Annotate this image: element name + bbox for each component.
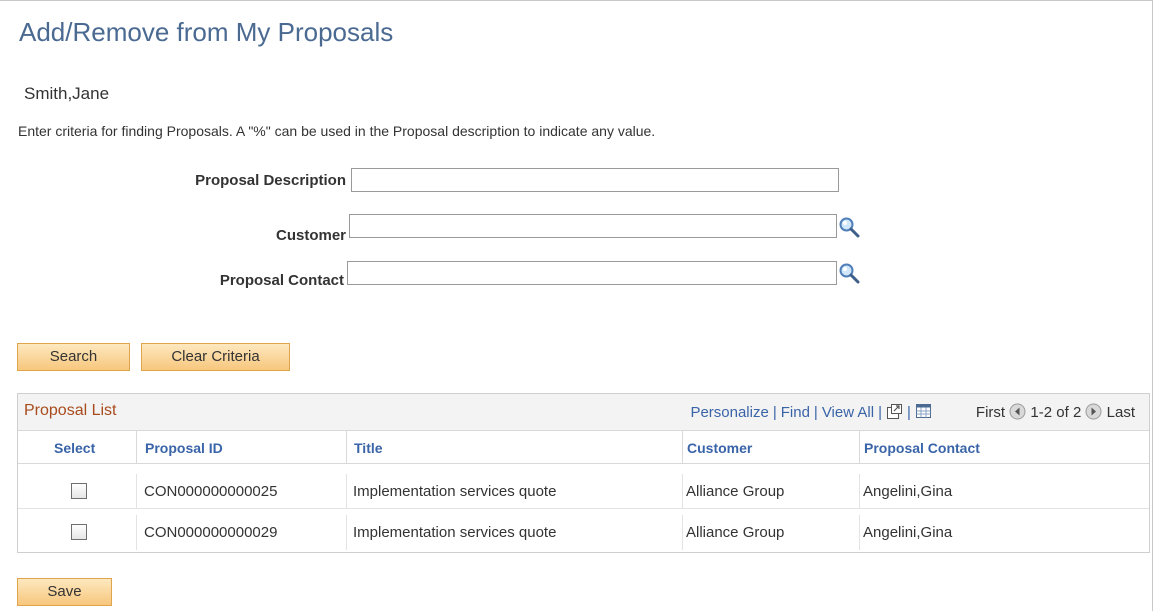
new-window-icon[interactable]: [886, 403, 903, 420]
first-arrow-icon[interactable]: [1009, 403, 1026, 420]
grid-title: Proposal List: [24, 402, 117, 419]
cell-divider: [682, 515, 683, 550]
column-header-proposal-id[interactable]: Proposal ID: [145, 440, 223, 456]
row-range: 1-2 of 2: [1030, 404, 1082, 421]
cell-divider: [346, 515, 347, 550]
personalize-link[interactable]: Personalize: [690, 404, 768, 421]
nav-separator: |: [907, 404, 911, 421]
proposal-contact-input[interactable]: [347, 261, 837, 285]
cell-divider: [136, 474, 137, 509]
column-divider: [682, 431, 683, 463]
column-header-title[interactable]: Title: [354, 440, 383, 456]
title-cell: Implementation services quote: [353, 524, 557, 541]
last-label: Last: [1106, 404, 1135, 421]
cell-divider: [859, 474, 860, 509]
grid-download-icon[interactable]: [915, 403, 932, 420]
table-row: CON000000000029 Implementation services …: [18, 515, 1149, 550]
grid-navigation: Personalize | Find | View All | | First 1-2 o…: [690, 403, 1135, 421]
nav-separator: |: [813, 404, 818, 421]
customer-cell: Alliance Group: [686, 483, 785, 500]
cell-divider: [682, 474, 683, 509]
instructions-text: Enter criteria for finding Proposals. A …: [18, 123, 656, 139]
clear-criteria-button[interactable]: Clear Criteria: [141, 343, 290, 371]
proposal-id-cell: CON000000000025: [144, 483, 278, 500]
nav-separator: |: [878, 404, 882, 421]
column-header-customer[interactable]: Customer: [687, 440, 752, 456]
contact-cell: Angelini,Gina: [863, 483, 953, 500]
frame-top-border: [0, 0, 1153, 1]
proposal-id-cell: CON000000000029: [144, 524, 278, 541]
cell-divider: [136, 515, 137, 550]
first-label: First: [975, 404, 1006, 421]
customer-label: Customer: [275, 227, 346, 244]
customer-lookup-icon[interactable]: [838, 216, 860, 238]
cell-divider: [859, 515, 860, 550]
title-cell: Implementation services quote: [353, 483, 557, 500]
column-divider: [346, 431, 347, 463]
page-title: Add/Remove from My Proposals: [19, 17, 394, 47]
table-row: CON000000000025 Implementation services …: [18, 474, 1149, 509]
last-arrow-icon[interactable]: [1085, 403, 1102, 420]
customer-input[interactable]: [349, 214, 837, 238]
grid-header-bar: Proposal List Personalize | Find | View All |…: [18, 394, 1149, 430]
column-header-proposal-contact[interactable]: Proposal Contact: [864, 440, 980, 456]
view-all-link[interactable]: View All: [822, 404, 874, 421]
proposal-description-label: Proposal Description: [195, 172, 346, 189]
search-button[interactable]: Search: [17, 343, 130, 371]
cell-divider: [346, 474, 347, 509]
save-button[interactable]: Save: [17, 578, 112, 606]
row-select-checkbox[interactable]: [71, 483, 87, 499]
contact-cell: Angelini,Gina: [863, 524, 953, 541]
proposal-contact-label: Proposal Contact: [219, 272, 344, 289]
customer-cell: Alliance Group: [686, 524, 785, 541]
person-name: Smith,Jane: [24, 84, 110, 103]
find-link[interactable]: Find: [781, 404, 810, 421]
row-select-checkbox[interactable]: [71, 524, 87, 540]
proposal-description-input[interactable]: [351, 168, 839, 192]
column-header-select[interactable]: Select: [54, 440, 95, 456]
nav-separator: |: [772, 404, 777, 421]
column-divider: [859, 431, 860, 463]
proposal-list-grid: Proposal List Personalize | Find | View All |…: [17, 393, 1150, 553]
grid-column-headers: Select Proposal ID Title Customer Propos…: [18, 430, 1149, 464]
column-divider: [136, 431, 137, 463]
proposal-contact-lookup-icon[interactable]: [838, 262, 860, 284]
